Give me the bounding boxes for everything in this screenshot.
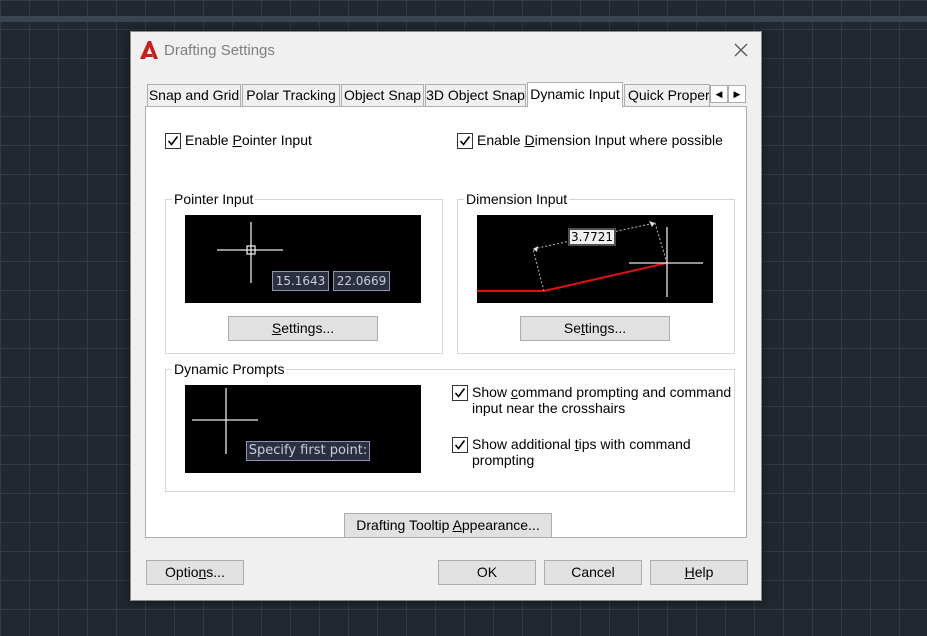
check-icon <box>454 388 466 398</box>
dynamic-prompts-group-title: Dynamic Prompts <box>172 361 287 377</box>
pointer-input-group-title: Pointer Input <box>172 191 256 207</box>
show-additional-tips-label: Show additional tips with command prompt… <box>472 436 691 468</box>
check-icon <box>167 136 179 146</box>
tab-quick-properties[interactable]: Quick Properties <box>624 84 710 106</box>
dimension-settings-button[interactable]: Settings... <box>520 316 670 341</box>
pointer-settings-button[interactable]: Settings... <box>228 316 378 341</box>
enable-pointer-input-label: Enable Pointer Input <box>185 132 312 148</box>
cancel-button[interactable]: Cancel <box>544 560 642 585</box>
drafting-settings-dialog: Drafting Settings Snap and Grid Polar Tr… <box>130 31 762 601</box>
tab-polar-tracking[interactable]: Polar Tracking <box>242 84 340 106</box>
tab-scroll-right-icon[interactable]: ▶ <box>728 85 746 103</box>
close-icon[interactable] <box>733 42 749 58</box>
tab-scroll-left-icon[interactable]: ◀ <box>710 85 728 103</box>
dimension-input-preview: 3.7721 <box>477 215 713 303</box>
dimension-input-group-title: Dimension Input <box>464 191 570 207</box>
tab-snap-and-grid[interactable]: Snap and Grid <box>147 84 241 106</box>
dimension-input-group: Dimension Input 3.7721 Settings... <box>457 191 735 354</box>
show-command-prompting-checkbox[interactable]: Show command prompting and command input… <box>452 384 731 416</box>
enable-pointer-input-checkbox[interactable]: Enable Pointer Input <box>165 132 312 149</box>
show-command-prompting-label: Show command prompting and command input… <box>472 384 732 416</box>
enable-dimension-input-label: Enable Dimension Input where possible <box>477 132 723 148</box>
prompt-tooltip: Specify first point: <box>246 441 370 461</box>
checkbox-box[interactable] <box>452 385 468 401</box>
autocad-logo-icon <box>140 41 158 59</box>
dynamic-prompts-group: Dynamic Prompts Specify first point: Sho… <box>165 361 735 492</box>
checkbox-box[interactable] <box>165 133 181 149</box>
tab-3d-object-snap[interactable]: 3D Object Snap <box>425 84 526 106</box>
pointer-input-preview: 15.1643 22.0669 <box>185 215 421 303</box>
options-button[interactable]: Options... <box>146 560 244 585</box>
dynamic-prompts-preview: Specify first point: <box>185 385 421 473</box>
pointer-input-group: Pointer Input 15.1643 22.0669 Settings..… <box>165 191 443 354</box>
drafting-tooltip-appearance-button[interactable]: Drafting Tooltip Appearance... <box>344 513 552 538</box>
pointer-coord-x: 15.1643 <box>272 271 329 291</box>
tab-object-snap[interactable]: Object Snap <box>341 84 424 106</box>
tab-panel-dynamic-input: Enable Pointer Input Enable Dimension In… <box>145 106 747 538</box>
check-icon <box>454 440 466 450</box>
help-button[interactable]: Help <box>650 560 748 585</box>
canvas-top-bar <box>0 16 927 22</box>
checkbox-box[interactable] <box>452 437 468 453</box>
tab-dynamic-input[interactable]: Dynamic Input <box>527 82 623 107</box>
pointer-coord-y: 22.0669 <box>333 271 390 291</box>
show-additional-tips-checkbox[interactable]: Show additional tips with command prompt… <box>452 436 691 468</box>
checkbox-box[interactable] <box>457 133 473 149</box>
dialog-title: Drafting Settings <box>164 42 275 59</box>
check-icon <box>459 136 471 146</box>
ok-button[interactable]: OK <box>438 560 536 585</box>
dimension-value: 3.7721 <box>568 228 616 246</box>
enable-dimension-input-checkbox[interactable]: Enable Dimension Input where possible <box>457 132 723 149</box>
